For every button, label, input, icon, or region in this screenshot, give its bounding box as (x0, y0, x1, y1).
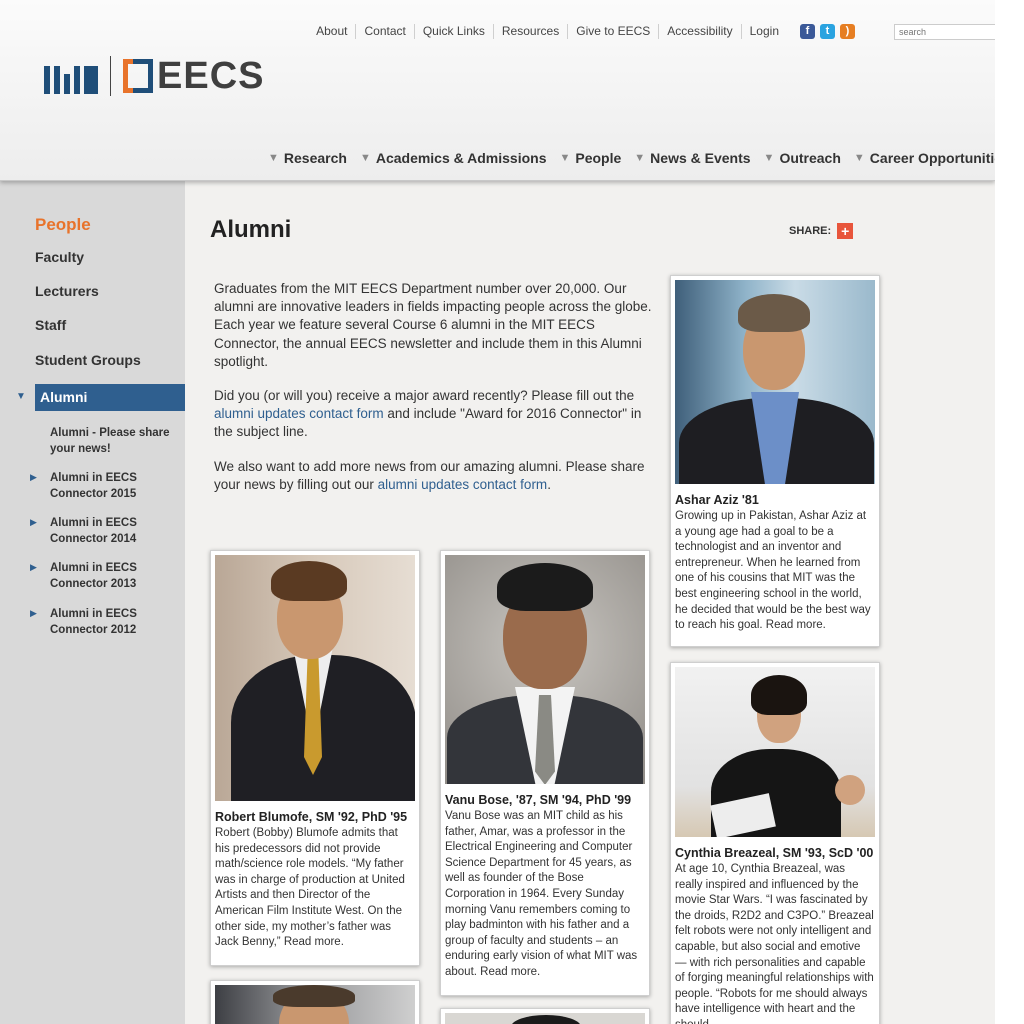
alumni-name[interactable]: Vanu Bose, '87, SM '94, PhD '99 (445, 792, 645, 808)
sidebar-subitem-share-news[interactable]: Alumni - Please share your news! (50, 426, 175, 457)
logo-divider (110, 56, 111, 96)
search-input[interactable] (894, 24, 995, 40)
main-nav-academics[interactable]: ▼ Academics & Admissions (360, 150, 547, 166)
sidebar-subitem-connector-2013[interactable]: Alumni in EECS Connector 2013 (50, 561, 175, 592)
nav-quick-links-link[interactable]: Quick Links (413, 24, 493, 39)
nav-give-link[interactable]: Give to EECS (567, 24, 658, 39)
alumni-photo[interactable] (215, 555, 415, 801)
share-widget: SHARE: + (789, 223, 854, 239)
nav-accessibility-link[interactable]: Accessibility (658, 24, 740, 39)
alumni-name[interactable]: Robert Blumofe, SM '92, PhD '95 (215, 809, 415, 825)
sidebar-subitem-connector-2015[interactable]: Alumni in EECS Connector 2015 (50, 471, 175, 502)
alumni-bio: Vanu Bose was an MIT child as his father… (445, 810, 638, 978)
sidebar-item-staff[interactable]: Staff (35, 317, 66, 333)
main-nav-people[interactable]: ▼ People (559, 150, 621, 166)
nav-contact-link[interactable]: Contact (355, 24, 413, 39)
main-nav-outreach[interactable]: ▼ Outreach (764, 150, 841, 166)
expand-arrow-icon[interactable]: ▶ (30, 608, 37, 619)
main-nav: ▼ Research ▼ Academics & Admissions ▼ Peopl… (268, 150, 995, 166)
alumni-card[interactable]: Ashar Aziz '81 Growing up in Pakistan, A… (670, 275, 880, 647)
alumni-card[interactable]: Robert Blumofe, SM '92, PhD '95 Robert (… (210, 550, 420, 966)
intro-paragraph: Graduates from the MIT EECS Department n… (214, 281, 652, 369)
sidebar-item-faculty[interactable]: Faculty (35, 249, 84, 265)
alumni-name[interactable]: Cynthia Breazeal, SM '93, ScD '00 (675, 845, 875, 861)
chevron-down-icon: ▼ (559, 152, 571, 164)
share-plus-icon[interactable]: + (837, 223, 854, 239)
expand-arrow-icon[interactable]: ▶ (30, 517, 37, 528)
site-header: About Contact Quick Links Resources Give… (0, 0, 995, 181)
rss-icon[interactable]: ) (840, 24, 855, 39)
share-label: SHARE: (789, 225, 832, 237)
chevron-down-icon: ▼ (763, 152, 775, 164)
nav-about-link[interactable]: About (308, 24, 355, 39)
page: About Contact Quick Links Resources Give… (0, 0, 995, 1024)
alumni-bio: Robert (Bobby) Blumofe admits that his p… (215, 827, 405, 949)
intro-paragraph-news: We also want to add more news from our a… (214, 458, 645, 492)
sidebar-item-alumni[interactable]: Alumni (35, 384, 185, 411)
expand-arrow-icon[interactable]: ▶ (30, 472, 37, 483)
alumni-card[interactable] (440, 1008, 650, 1024)
sidebar (0, 181, 185, 1024)
main-nav-news-events[interactable]: ▼ News & Events (634, 150, 750, 166)
social-links: f t ) (800, 24, 855, 39)
alumni-photo[interactable] (675, 667, 875, 837)
site-logo[interactable]: EECS (44, 56, 264, 96)
alumni-updates-form-link[interactable]: alumni updates contact form (214, 406, 384, 421)
alumni-photo[interactable] (445, 1013, 645, 1024)
alumni-photo[interactable] (215, 985, 415, 1024)
mit-logo (44, 58, 98, 94)
nav-resources-link[interactable]: Resources (492, 24, 567, 39)
main-nav-research[interactable]: ▼ Research (268, 150, 347, 166)
twitter-icon[interactable]: t (820, 24, 835, 39)
page-title: Alumni (210, 216, 292, 243)
sidebar-subitem-connector-2014[interactable]: Alumni in EECS Connector 2014 (50, 516, 175, 547)
sidebar-title[interactable]: People (35, 215, 91, 235)
chevron-down-icon: ▼ (359, 152, 371, 164)
sidebar-item-student-groups[interactable]: Student Groups (35, 352, 141, 368)
alumni-card[interactable]: Cynthia Breazeal, SM '93, ScD '00 At age… (670, 662, 880, 1024)
alumni-card[interactable] (210, 980, 420, 1024)
main-nav-career[interactable]: ▼Career Opportunities (854, 150, 995, 166)
intro-text: Graduates from the MIT EECS Department n… (214, 280, 660, 510)
alumni-updates-form-link[interactable]: alumni updates contact form (378, 477, 548, 492)
alumni-name[interactable]: Ashar Aziz '81 (675, 492, 875, 508)
facebook-icon[interactable]: f (800, 24, 815, 39)
eecs-wordmark: EECS (157, 55, 265, 97)
alumni-photo[interactable] (445, 555, 645, 784)
sidebar-item-lecturers[interactable]: Lecturers (35, 283, 99, 299)
chevron-down-icon: ▼ (268, 152, 279, 164)
sidebar-subitem-connector-2012[interactable]: Alumni in EECS Connector 2012 (50, 607, 175, 638)
alumni-bio: At age 10, Cynthia Breazeal, was really … (675, 863, 874, 1024)
alumni-bio: Growing up in Pakistan, Ashar Aziz at a … (675, 510, 871, 632)
expanded-arrow-icon: ▼ (16, 391, 26, 402)
window-edge (995, 0, 1024, 1024)
chevron-down-icon: ▼ (853, 152, 865, 164)
alumni-card[interactable]: Vanu Bose, '87, SM '94, PhD '99 Vanu Bos… (440, 550, 650, 996)
nav-login-link[interactable]: Login (740, 24, 787, 39)
alumni-photo[interactable] (675, 280, 875, 484)
chevron-down-icon: ▼ (634, 152, 646, 164)
intro-paragraph-award: Did you (or will you) receive a major aw… (214, 388, 642, 440)
expand-arrow-icon[interactable]: ▶ (30, 562, 37, 573)
utility-nav: About Contact Quick Links Resources Give… (308, 24, 787, 39)
eecs-logo-mark (123, 57, 153, 95)
